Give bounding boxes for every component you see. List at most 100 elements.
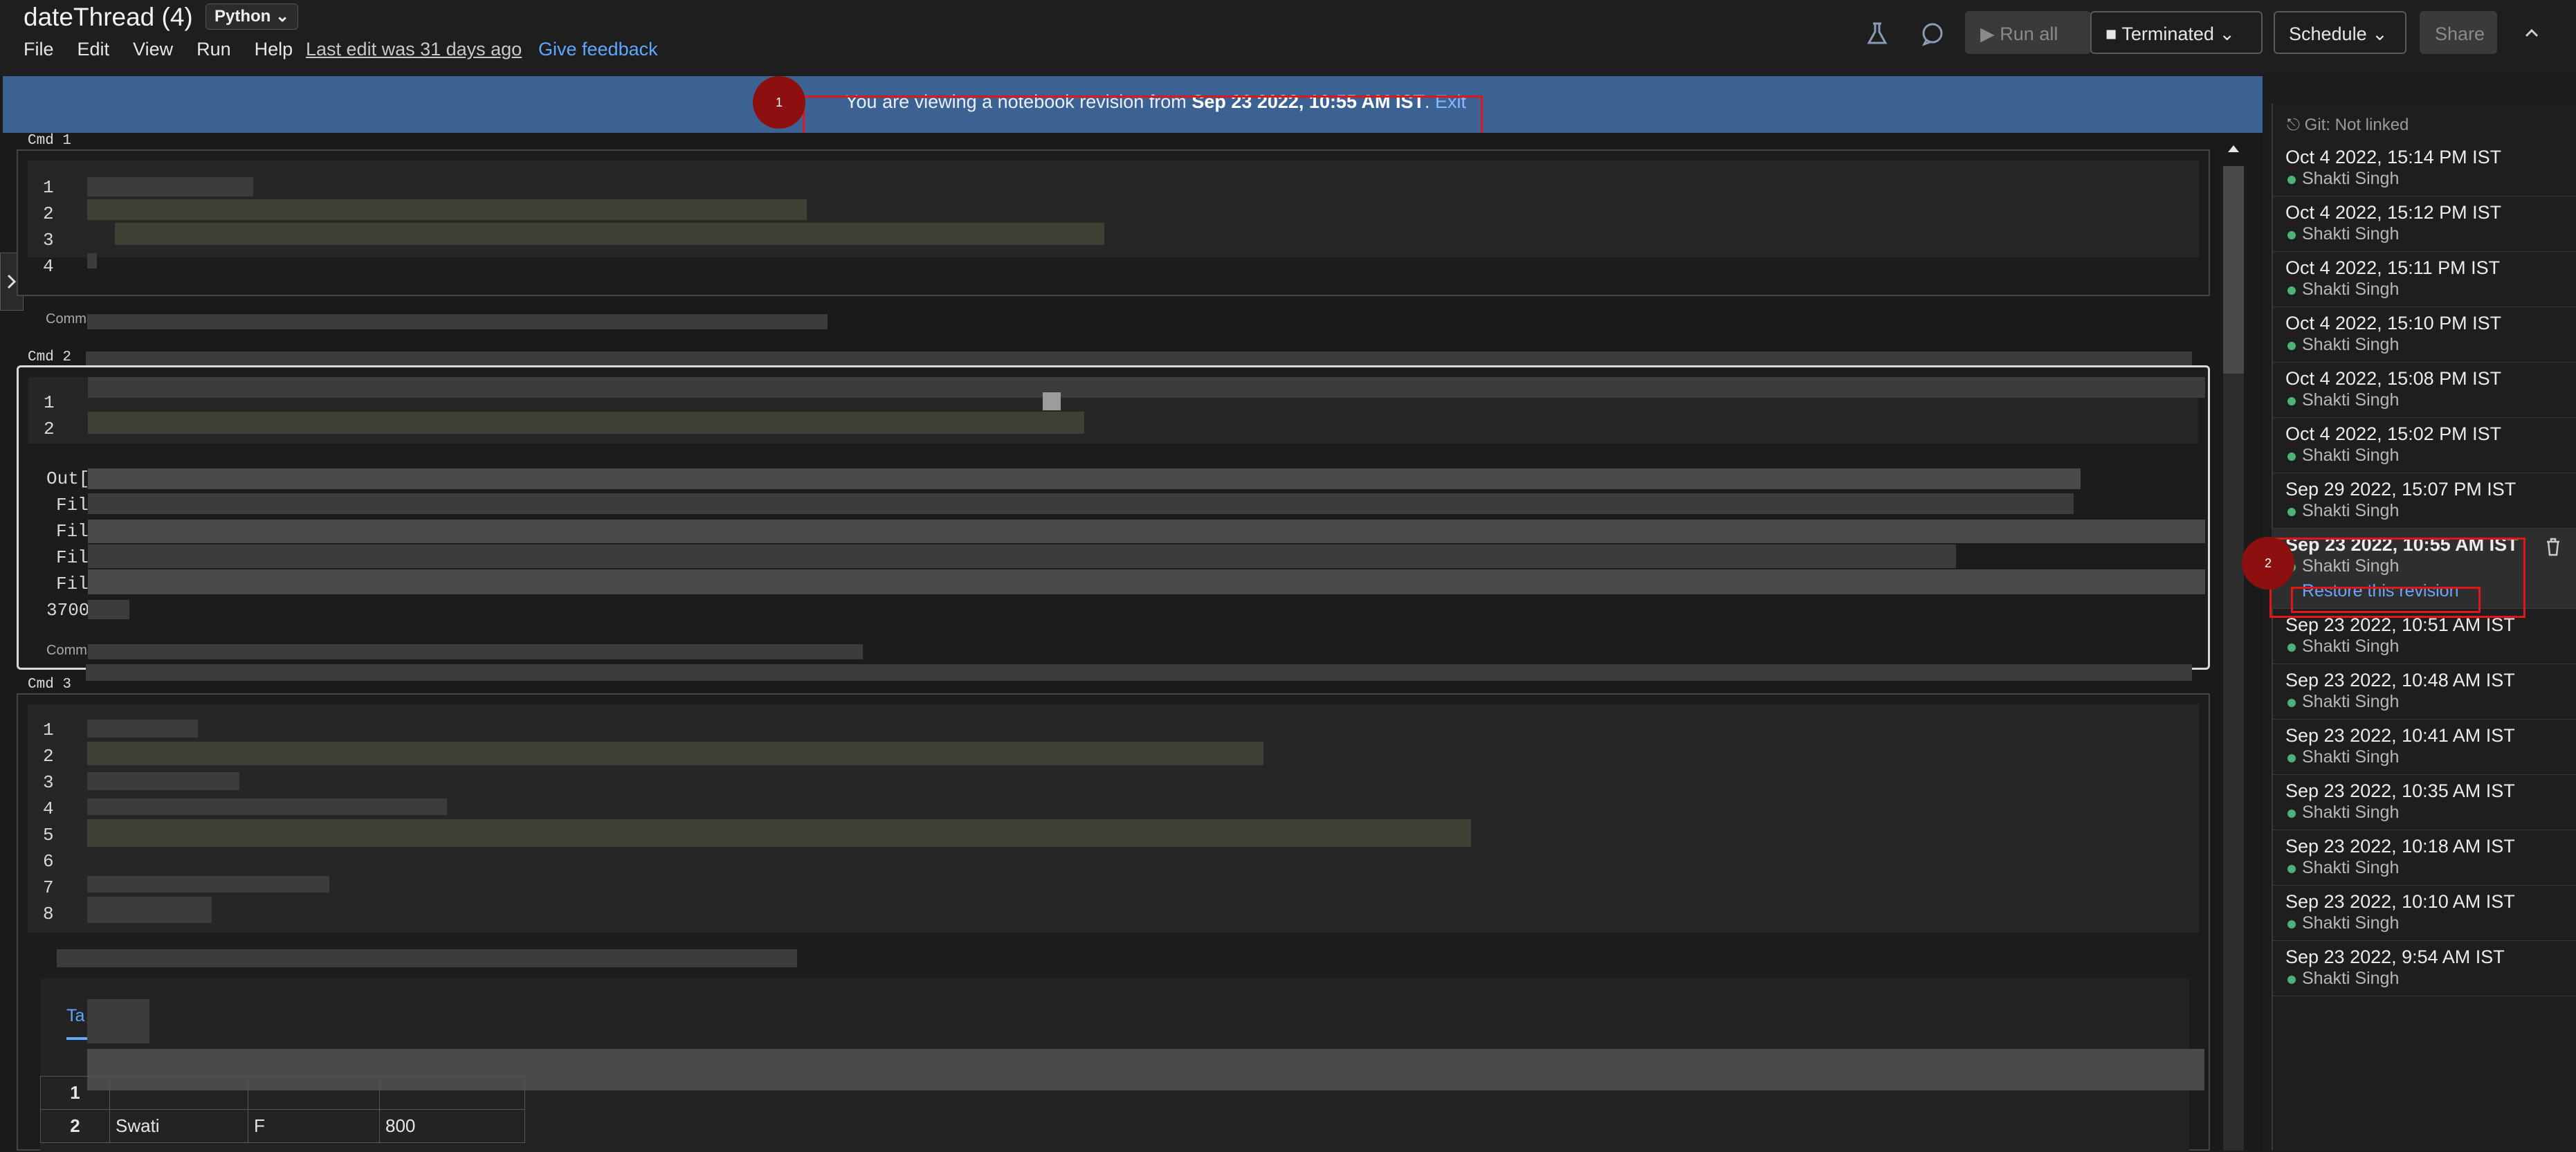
revision-author: Shakti Singh xyxy=(2302,747,2400,767)
scroll-up-arrow-icon[interactable] xyxy=(2223,138,2244,159)
git-status[interactable]: ⎋ Git: Not linked xyxy=(2287,116,2409,135)
give-feedback-link[interactable]: Give feedback xyxy=(538,39,658,60)
result-table: 1 2 Swati F 800 xyxy=(40,1076,525,1143)
redacted-output xyxy=(88,520,2205,543)
revision-date: Sep 29 2022, 15:07 PM IST xyxy=(2285,479,2516,500)
annotation-box-restore xyxy=(2291,587,2481,613)
menu-help[interactable]: Help xyxy=(255,39,293,60)
user-status-dot xyxy=(2287,342,2296,350)
revision-date: Sep 23 2022, 10:18 AM IST xyxy=(2285,836,2515,857)
line-number: 3 xyxy=(43,772,54,793)
redacted-code xyxy=(88,412,1084,434)
revision-item[interactable]: Sep 23 2022, 10:41 AM IST Shakti Singh xyxy=(2272,720,2576,775)
redacted-code xyxy=(115,223,1104,245)
run-all-button[interactable]: ▶ Run all xyxy=(1965,11,2091,54)
revision-item[interactable]: Oct 4 2022, 15:12 PM IST Shakti Singh xyxy=(2272,196,2576,252)
revision-author: Shakti Singh xyxy=(2302,280,2400,299)
user-status-dot xyxy=(2287,643,2296,652)
output-text: Out[ xyxy=(46,468,90,489)
revision-date: Sep 23 2022, 10:35 AM IST xyxy=(2285,780,2515,801)
language-selector[interactable]: Python ⌄ xyxy=(205,3,299,30)
output-text: Fil xyxy=(56,547,89,568)
redacted-output xyxy=(88,493,2074,514)
redacted-output xyxy=(88,545,1956,568)
stop-square-icon: ■ xyxy=(2105,24,2117,44)
redacted-code xyxy=(87,897,212,923)
menu-bar: File Edit View Run Help xyxy=(24,39,316,60)
schedule-button[interactable]: Schedule ⌄ xyxy=(2274,11,2406,54)
revision-item[interactable]: Sep 23 2022, 10:48 AM IST Shakti Singh xyxy=(2272,664,2576,720)
result-tab[interactable]: Ta xyxy=(66,1006,87,1040)
user-status-dot xyxy=(2287,231,2296,239)
language-label: Python xyxy=(214,7,271,26)
menu-edit[interactable]: Edit xyxy=(77,39,110,60)
revision-author: Shakti Singh xyxy=(2302,913,2400,933)
revision-item[interactable]: Oct 4 2022, 15:14 PM IST Shakti Singh xyxy=(2272,141,2576,196)
revision-date: Sep 23 2022, 9:54 AM IST xyxy=(2285,947,2505,967)
revision-date: Sep 23 2022, 10:48 AM IST xyxy=(2285,670,2515,691)
output-text: 3700 xyxy=(46,600,90,621)
chevron-down-icon: ⌄ xyxy=(2372,24,2388,44)
revision-author: Shakti Singh xyxy=(2302,169,2400,188)
revision-item[interactable]: Sep 23 2022, 10:35 AM IST Shakti Singh xyxy=(2272,775,2576,830)
revision-item[interactable]: Oct 4 2022, 15:08 PM IST Shakti Singh xyxy=(2272,363,2576,418)
user-status-dot xyxy=(2287,286,2296,295)
menu-view[interactable]: View xyxy=(133,39,173,60)
output-text: Fil xyxy=(56,574,89,594)
last-edit-link[interactable]: Last edit was 31 days ago xyxy=(306,39,522,60)
revision-author: Shakti Singh xyxy=(2302,335,2400,354)
redacted-code xyxy=(88,377,2205,398)
line-number: 2 xyxy=(43,746,54,767)
collapse-header-icon[interactable] xyxy=(2516,17,2548,48)
revision-item[interactable]: Oct 4 2022, 15:11 PM IST Shakti Singh xyxy=(2272,252,2576,307)
user-status-dot xyxy=(2287,397,2296,405)
menu-run[interactable]: Run xyxy=(197,39,231,60)
revision-item[interactable]: Sep 23 2022, 10:18 AM IST Shakti Singh xyxy=(2272,830,2576,886)
code-cell-active[interactable]: 1 2 Out[ Fil Fil Fil Fil 3700 Comma xyxy=(17,365,2210,670)
revision-item[interactable]: Oct 4 2022, 15:02 PM IST Shakti Singh xyxy=(2272,418,2576,473)
revision-item[interactable]: Sep 23 2022, 10:10 AM IST Shakti Singh xyxy=(2272,886,2576,941)
code-cell[interactable]: 1 2 3 4 Comma xyxy=(17,149,2210,329)
redacted-code xyxy=(1043,392,1061,410)
line-number: 2 xyxy=(44,419,55,439)
cluster-status-button[interactable]: ■ Terminated ⌄ xyxy=(2090,11,2263,54)
revision-author: Shakti Singh xyxy=(2302,969,2400,988)
line-number: 1 xyxy=(43,177,54,198)
table-cell: 800 xyxy=(379,1109,525,1143)
redacted-output xyxy=(88,569,2205,594)
user-status-dot xyxy=(2287,176,2296,184)
line-number: 1 xyxy=(43,720,54,740)
revision-author: Shakti Singh xyxy=(2302,637,2400,656)
notebook-title[interactable]: dateThread (4) xyxy=(24,3,193,32)
user-status-dot xyxy=(2287,754,2296,762)
revision-item[interactable]: Sep 29 2022, 15:07 PM IST Shakti Singh xyxy=(2272,473,2576,529)
line-number: 8 xyxy=(43,904,54,924)
redacted-code xyxy=(87,253,97,268)
scrollbar-thumb[interactable] xyxy=(2223,166,2244,374)
line-number: 7 xyxy=(43,877,54,898)
comments-icon[interactable] xyxy=(1917,18,1948,50)
user-status-dot xyxy=(2287,452,2296,461)
line-number: 4 xyxy=(43,798,54,819)
redacted-footer xyxy=(88,644,863,659)
revision-item[interactable]: Sep 23 2022, 9:54 AM IST Shakti Singh xyxy=(2272,941,2576,996)
experiment-flask-icon[interactable] xyxy=(1861,18,1893,50)
table-row: 2 Swati F 800 xyxy=(40,1109,525,1143)
share-button[interactable]: Share xyxy=(2420,11,2497,54)
revision-author: Shakti Singh xyxy=(2302,858,2400,877)
revision-item[interactable]: Oct 4 2022, 15:10 PM IST Shakti Singh xyxy=(2272,307,2576,363)
code-editor[interactable] xyxy=(28,704,2199,933)
user-status-dot xyxy=(2287,810,2296,818)
row-number: 2 xyxy=(40,1109,110,1143)
user-status-dot xyxy=(2287,699,2296,707)
revision-date: Sep 23 2022, 10:41 AM IST xyxy=(2285,725,2515,746)
line-number: 4 xyxy=(43,256,54,277)
redacted-footer xyxy=(87,314,828,329)
user-status-dot xyxy=(2287,976,2296,984)
revision-date: Oct 4 2022, 15:11 PM IST xyxy=(2285,257,2501,278)
trash-icon[interactable] xyxy=(2545,537,2561,556)
revision-date: Oct 4 2022, 15:02 PM IST xyxy=(2285,423,2502,444)
user-status-dot xyxy=(2287,920,2296,929)
revision-date: Sep 23 2022, 10:10 AM IST xyxy=(2285,891,2515,912)
menu-file[interactable]: File xyxy=(24,39,54,60)
